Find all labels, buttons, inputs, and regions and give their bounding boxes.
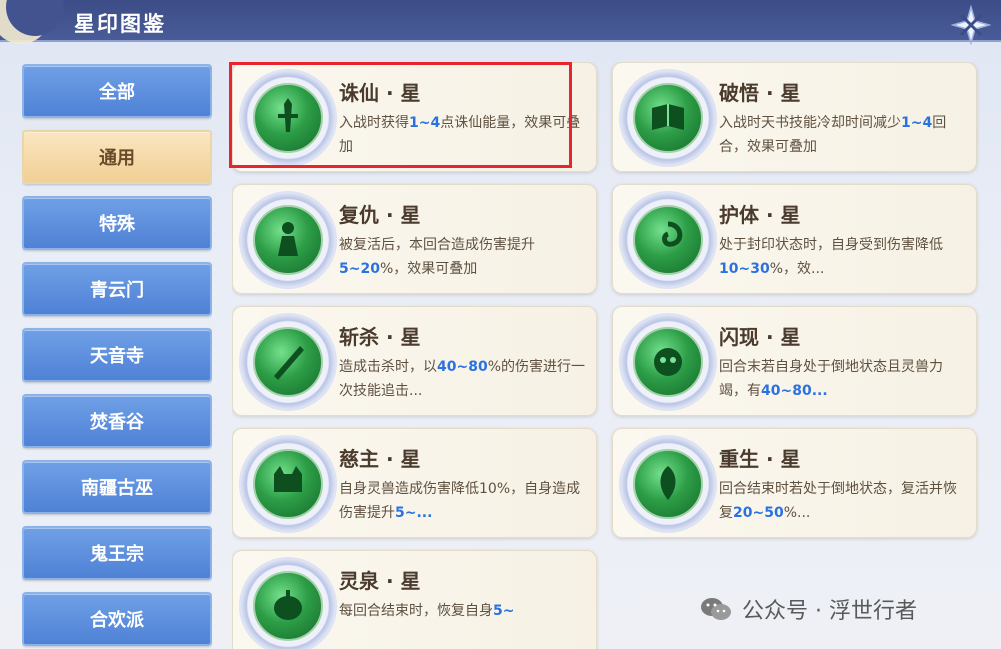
category-tab[interactable]: 南疆古巫 [22, 460, 212, 514]
emblem-card[interactable]: 重生 · 星回合结束时若处于倒地状态，复活并恢复20~50%... [612, 428, 977, 538]
category-tab[interactable]: 青云门 [22, 262, 212, 316]
emblem-card[interactable]: 灵泉 · 星每回合结束时，恢复自身5~ [232, 550, 597, 649]
value-highlight: 20~50 [733, 505, 784, 521]
desc-text: 入战时天书技能冷却时间减少 [719, 115, 901, 131]
category-tab[interactable]: 特殊 [22, 196, 212, 250]
top-bar: 星印图鉴 [0, 0, 1001, 45]
emblem-name: 诛仙 · 星 [339, 81, 421, 105]
emblem-name: 复仇 · 星 [339, 203, 421, 227]
sword-emblem-icon [239, 69, 337, 167]
category-tab[interactable]: 鬼王宗 [22, 526, 212, 580]
emblem-card[interactable]: 诛仙 · 星入战时获得1~4点诛仙能量，效果可叠加 [232, 62, 597, 172]
emblem-description: 回合末若自身处于倒地状态且灵兽力竭，有40~80... [719, 355, 967, 403]
category-sidebar: 全部通用特殊青云门天音寺焚香谷南疆古巫鬼王宗合欢派 [22, 64, 212, 649]
desc-text: 处于封印状态时，自身受到伤害降低 [719, 237, 943, 253]
value-highlight: 40~80 [437, 359, 488, 375]
figure-emblem-icon [239, 191, 337, 289]
beast-emblem-icon [619, 313, 717, 411]
emblem-name: 破悟 · 星 [719, 81, 801, 105]
page-title: 星印图鉴 [74, 12, 166, 36]
value-highlight: 5~... [395, 505, 433, 521]
emblem-card[interactable]: 斩杀 · 星造成击杀时，以40~80%的伤害进行一次技能追击... [232, 306, 597, 416]
desc-text: 被复活后，本回合造成伤害提升 [339, 237, 535, 253]
cat-emblem-icon [239, 435, 337, 533]
desc-text: 点诛仙能量 [440, 115, 511, 131]
emblem-description: 每回合结束时，恢复自身5~ [339, 599, 587, 623]
emblem-name: 重生 · 星 [719, 447, 801, 471]
emblem-card[interactable]: 慈主 · 星自身灵兽造成伤害降低10%，自身造成伤害提升5~... [232, 428, 597, 538]
emblem-card[interactable]: 复仇 · 星被复活后，本回合造成伤害提升 5~20%，效果可叠加 [232, 184, 597, 294]
value-highlight: 40~80... [761, 383, 828, 399]
emblem-description: 入战时获得1~4点诛仙能量，效果可叠加 [339, 111, 587, 159]
value-highlight: 5~20 [339, 261, 380, 277]
emblem-card[interactable]: 护体 · 星处于封印状态时，自身受到伤害降低 10~30%，效... [612, 184, 977, 294]
desc-text: %，效... [769, 261, 825, 277]
value-highlight: 5~ [493, 603, 515, 619]
emblem-description: 被复活后，本回合造成伤害提升 5~20%，效果可叠加 [339, 233, 587, 281]
close-icon [951, 5, 991, 45]
category-tab[interactable]: 合欢派 [22, 592, 212, 646]
emblem-name: 护体 · 星 [719, 203, 801, 227]
desc-text: 自身灵兽造成伤害降低10%，自身造成伤害提升 [339, 481, 581, 521]
emblem-name: 灵泉 · 星 [339, 569, 421, 593]
spring-emblem-icon [239, 557, 337, 649]
value-highlight: 1~4 [409, 115, 441, 131]
desc-text: %... [783, 505, 811, 521]
slash-emblem-icon [239, 313, 337, 411]
emblem-description: 回合结束时若处于倒地状态，复活并恢复20~50%... [719, 477, 967, 525]
wechat-icon [701, 598, 731, 620]
swirl-emblem-icon [619, 191, 717, 289]
phoenix-emblem-icon [619, 435, 717, 533]
emblem-description: 造成击杀时，以40~80%的伤害进行一次技能追击... [339, 355, 587, 403]
emblem-name: 斩杀 · 星 [339, 325, 421, 349]
desc-text: 入战时获得 [339, 115, 409, 131]
emblem-description: 自身灵兽造成伤害降低10%，自身造成伤害提升5~... [339, 477, 587, 525]
value-highlight: 1~4 [901, 115, 933, 131]
close-button[interactable] [949, 3, 993, 47]
emblem-name: 闪现 · 星 [719, 325, 801, 349]
category-tab[interactable]: 天音寺 [22, 328, 212, 382]
category-tab[interactable]: 全部 [22, 64, 212, 118]
emblem-card[interactable]: 破悟 · 星入战时天书技能冷却时间减少1~4回合，效果可叠加 [612, 62, 977, 172]
desc-text: 每回合结束时，恢复自身 [339, 603, 493, 619]
desc-text: %，效果可叠加 [379, 261, 478, 277]
category-tab[interactable]: 焚香谷 [22, 394, 212, 448]
emblem-description: 入战时天书技能冷却时间减少1~4回合，效果可叠加 [719, 111, 967, 159]
book-emblem-icon [619, 69, 717, 167]
emblem-card[interactable]: 闪现 · 星回合末若自身处于倒地状态且灵兽力竭，有40~80... [612, 306, 977, 416]
desc-text: 回合末若自身处于倒地状态且灵兽力竭，有 [719, 359, 943, 399]
emblem-description: 处于封印状态时，自身受到伤害降低 10~30%，效... [719, 233, 967, 281]
watermark: 公众号 · 浮世行者 [700, 592, 917, 626]
category-tab[interactable]: 通用 [22, 130, 212, 184]
emblem-name: 慈主 · 星 [339, 447, 421, 471]
value-highlight: 10~30 [719, 261, 770, 277]
emblem-grid: 诛仙 · 星入战时获得1~4点诛仙能量，效果可叠加 破悟 · 星入战时天书技能冷却… [232, 62, 982, 649]
watermark-text: 公众号 · 浮世行者 [742, 599, 917, 624]
desc-text: 造成击杀时，以 [339, 359, 437, 375]
